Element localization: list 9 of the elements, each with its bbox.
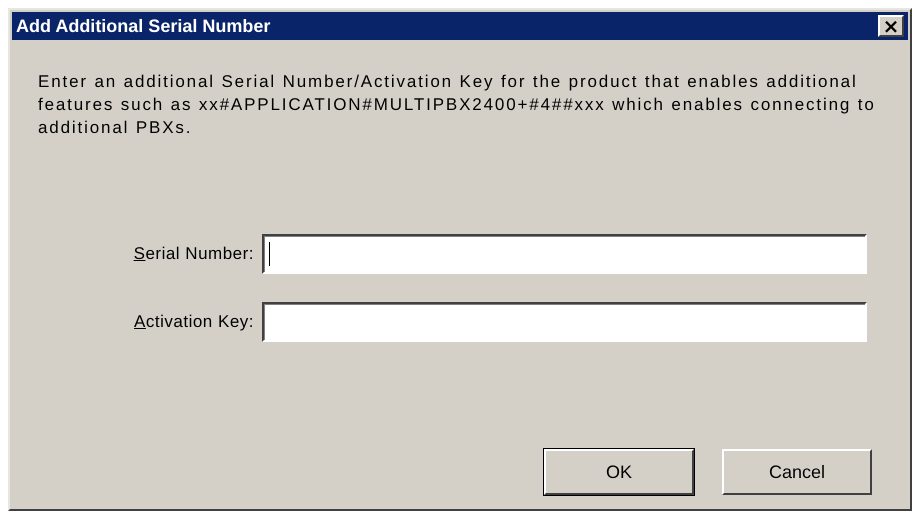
field-label: Serial Number: [132, 244, 255, 264]
input-field[interactable] [262, 302, 867, 342]
ok-button[interactable]: OK [544, 449, 694, 495]
description-text: Enter an additional Serial Number/Activation Key for the product that enables additional features such as xx#APPLICATION#MULTIPBX2400+#4##xxx which enables connecting to additional PBXs. [38, 71, 877, 139]
cancel-button[interactable]: Cancel [722, 449, 872, 495]
field-label: Activation Key: [133, 312, 255, 332]
window-title: Add Additional Serial Number [16, 16, 270, 36]
close-button[interactable]: × [878, 15, 904, 37]
input-field[interactable] [262, 234, 867, 274]
